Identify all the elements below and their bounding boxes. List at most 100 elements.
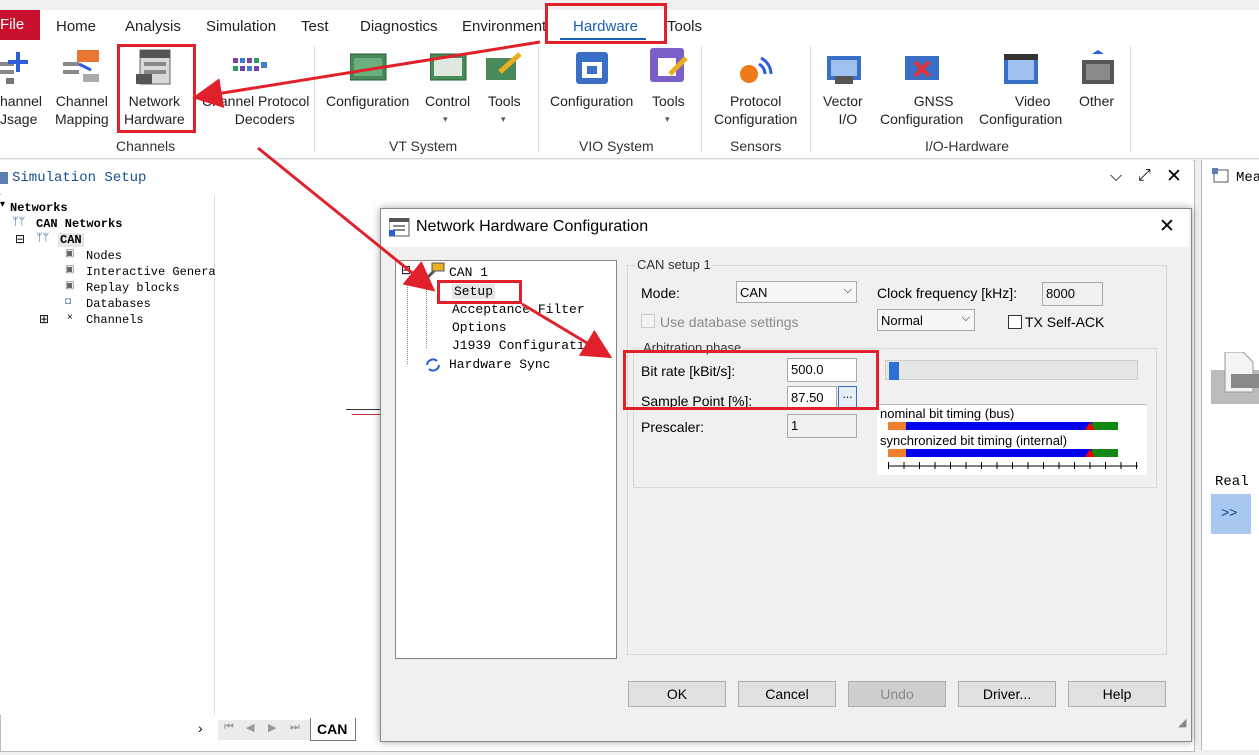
tree-scroll-right-icon[interactable]: ›: [198, 720, 203, 736]
vector-io-button[interactable]: Vector I/O: [823, 92, 863, 128]
dialog-tree-hardware-sync[interactable]: Hardware Sync: [449, 357, 550, 372]
menu-home[interactable]: Home: [56, 18, 96, 35]
vt-control-button[interactable]: Control: [425, 92, 470, 110]
menu-analysis[interactable]: Analysis: [125, 18, 181, 35]
vt-configuration-icon: [350, 53, 387, 81]
help-button[interactable]: Help: [1068, 681, 1166, 707]
tab-can[interactable]: CAN: [310, 718, 356, 741]
tree-replay-blocks[interactable]: Replay blocks: [86, 281, 180, 295]
video-configuration-button[interactable]: Video Configuration: [979, 92, 1062, 128]
vt-tools-dropdown-icon[interactable]: ▾: [501, 114, 506, 125]
panel-maximize-icon[interactable]: ⤢: [1138, 167, 1151, 185]
vio-tools-button[interactable]: Tools: [652, 92, 685, 110]
tab-can-label: CAN: [317, 721, 348, 737]
annotation-box-network-hardware: [117, 44, 196, 133]
ok-button[interactable]: OK: [628, 681, 726, 707]
sheet-first-icon[interactable]: ⏮: [224, 721, 234, 734]
tree-can-networks[interactable]: CAN Networks: [36, 217, 122, 231]
simulation-setup-title: Simulation Setup: [12, 170, 147, 186]
vt-control-icon: [430, 53, 467, 81]
prescaler-field[interactable]: 1: [787, 414, 857, 438]
vt-tools-icon: [486, 52, 522, 80]
tree-can[interactable]: CAN: [58, 233, 84, 247]
dialog-tree-j1939[interactable]: J1939 Configuration: [452, 338, 600, 353]
dialog-tree-options[interactable]: Options: [452, 320, 507, 335]
video-configuration-line1: Video: [1014, 93, 1051, 109]
hardware-sync-icon: [426, 358, 440, 372]
vio-configuration-button[interactable]: Configuration: [550, 92, 633, 110]
vt-control-dropdown-icon[interactable]: ▾: [443, 114, 448, 125]
channel-usage-button[interactable]: hannel Jsage: [0, 92, 42, 128]
tree-channels-expand-icon[interactable]: ⊞: [39, 312, 49, 326]
menu-simulation[interactable]: Simulation: [206, 18, 276, 35]
vt-configuration-button[interactable]: Configuration: [326, 92, 409, 110]
nominal-timing-bar: [888, 422, 1118, 430]
protocol-decoders-button[interactable]: Channel Protocol Decoders: [202, 92, 309, 128]
vector-io-icon: [827, 56, 861, 84]
tree-channels[interactable]: Channels: [86, 313, 144, 327]
sync-timing-bar: [888, 449, 1138, 469]
undo-button[interactable]: Undo: [848, 681, 946, 707]
panel-menu-chevron-icon[interactable]: ⌵: [1110, 168, 1122, 186]
channel-usage-line2: Jsage: [0, 111, 38, 127]
document-icon: [1211, 352, 1259, 404]
channel-mapping-line2: Mapping: [55, 111, 109, 127]
measurement-panel: [1201, 160, 1259, 750]
gnss-configuration-line1: GNSS: [913, 93, 954, 109]
annotation-box-setup: [437, 280, 522, 304]
expand-arrow-icon: >>: [1221, 504, 1238, 520]
sheet-next-icon[interactable]: ▶: [268, 721, 276, 734]
sheet-last-icon[interactable]: ⏭: [290, 721, 300, 734]
other-icon: [1082, 50, 1114, 84]
expand-button[interactable]: >>: [1211, 494, 1251, 534]
tree-can-collapse-icon[interactable]: ⊟: [15, 232, 25, 246]
can-network-icon: ᛘᛘ: [36, 232, 50, 244]
simulation-setup-icon: [0, 172, 8, 184]
dialog-tree-can1[interactable]: CAN 1: [449, 265, 488, 280]
vt-tools-button[interactable]: Tools: [488, 92, 521, 110]
mode-chevron-down-icon: ⌵: [843, 284, 852, 296]
menu-environment[interactable]: Environment: [462, 18, 546, 35]
channel-mapping-button[interactable]: Channel Mapping: [55, 92, 109, 128]
clock-frequency-field[interactable]: 8000: [1042, 282, 1103, 306]
normal-select[interactable]: Normal ⌵: [877, 309, 975, 331]
menu-test[interactable]: Test: [301, 18, 329, 35]
measurement-title: Mea: [1236, 170, 1259, 186]
tree-networks[interactable]: Networks: [10, 201, 68, 215]
mode-select[interactable]: CAN ⌵: [736, 281, 857, 303]
dialog-tree-acceptance-filter[interactable]: Acceptance Filter: [452, 302, 585, 317]
sheet-prev-icon[interactable]: ◀: [246, 721, 254, 734]
dialog-close-icon[interactable]: ✕: [1159, 215, 1175, 238]
simulation-setup-header: [0, 160, 1193, 194]
menu-diagnostics[interactable]: Diagnostics: [360, 18, 438, 35]
cancel-button[interactable]: Cancel: [738, 681, 836, 707]
protocol-configuration-button[interactable]: Protocol Configuration: [714, 92, 797, 128]
file-label: File: [0, 16, 25, 33]
driver-button[interactable]: Driver...: [958, 681, 1056, 707]
vio-tools-dropdown-icon[interactable]: ▾: [665, 114, 670, 125]
slider-thumb[interactable]: [889, 362, 900, 380]
clock-frequency-value: 8000: [1046, 286, 1075, 301]
bit-timing-slider[interactable]: [885, 360, 1138, 380]
channel-mapping-line1: Channel: [55, 93, 108, 109]
sync-bit-timing-label: synchronized bit timing (internal): [880, 433, 1068, 448]
channel-usage-line1: hannel: [0, 93, 43, 109]
resize-grip-icon[interactable]: ◢: [1178, 716, 1186, 729]
panel-close-icon[interactable]: ✕: [1166, 165, 1182, 188]
tree-can1-collapse-icon[interactable]: ⊟: [401, 263, 411, 277]
file-menu[interactable]: File: [0, 10, 40, 40]
other-button[interactable]: Other: [1079, 92, 1114, 110]
menu-tools[interactable]: Tools: [667, 18, 702, 35]
tree-interactive-generator[interactable]: Interactive Genera: [86, 265, 216, 279]
gnss-configuration-button[interactable]: GNSS Configuration: [880, 92, 963, 128]
dialog-app-icon: [389, 218, 410, 237]
normal-value: Normal: [881, 313, 923, 328]
tx-self-ack-checkbox[interactable]: [1008, 315, 1022, 329]
nominal-bit-timing-label: nominal bit timing (bus): [880, 406, 1015, 421]
protocol-decoders-line2: Decoders: [234, 111, 295, 127]
group-separator: [538, 46, 539, 152]
tree-databases[interactable]: Databases: [86, 297, 151, 311]
tree-nodes[interactable]: Nodes: [86, 249, 122, 263]
use-database-checkbox[interactable]: [641, 314, 655, 328]
protocol-configuration-line1: Protocol: [729, 93, 782, 109]
